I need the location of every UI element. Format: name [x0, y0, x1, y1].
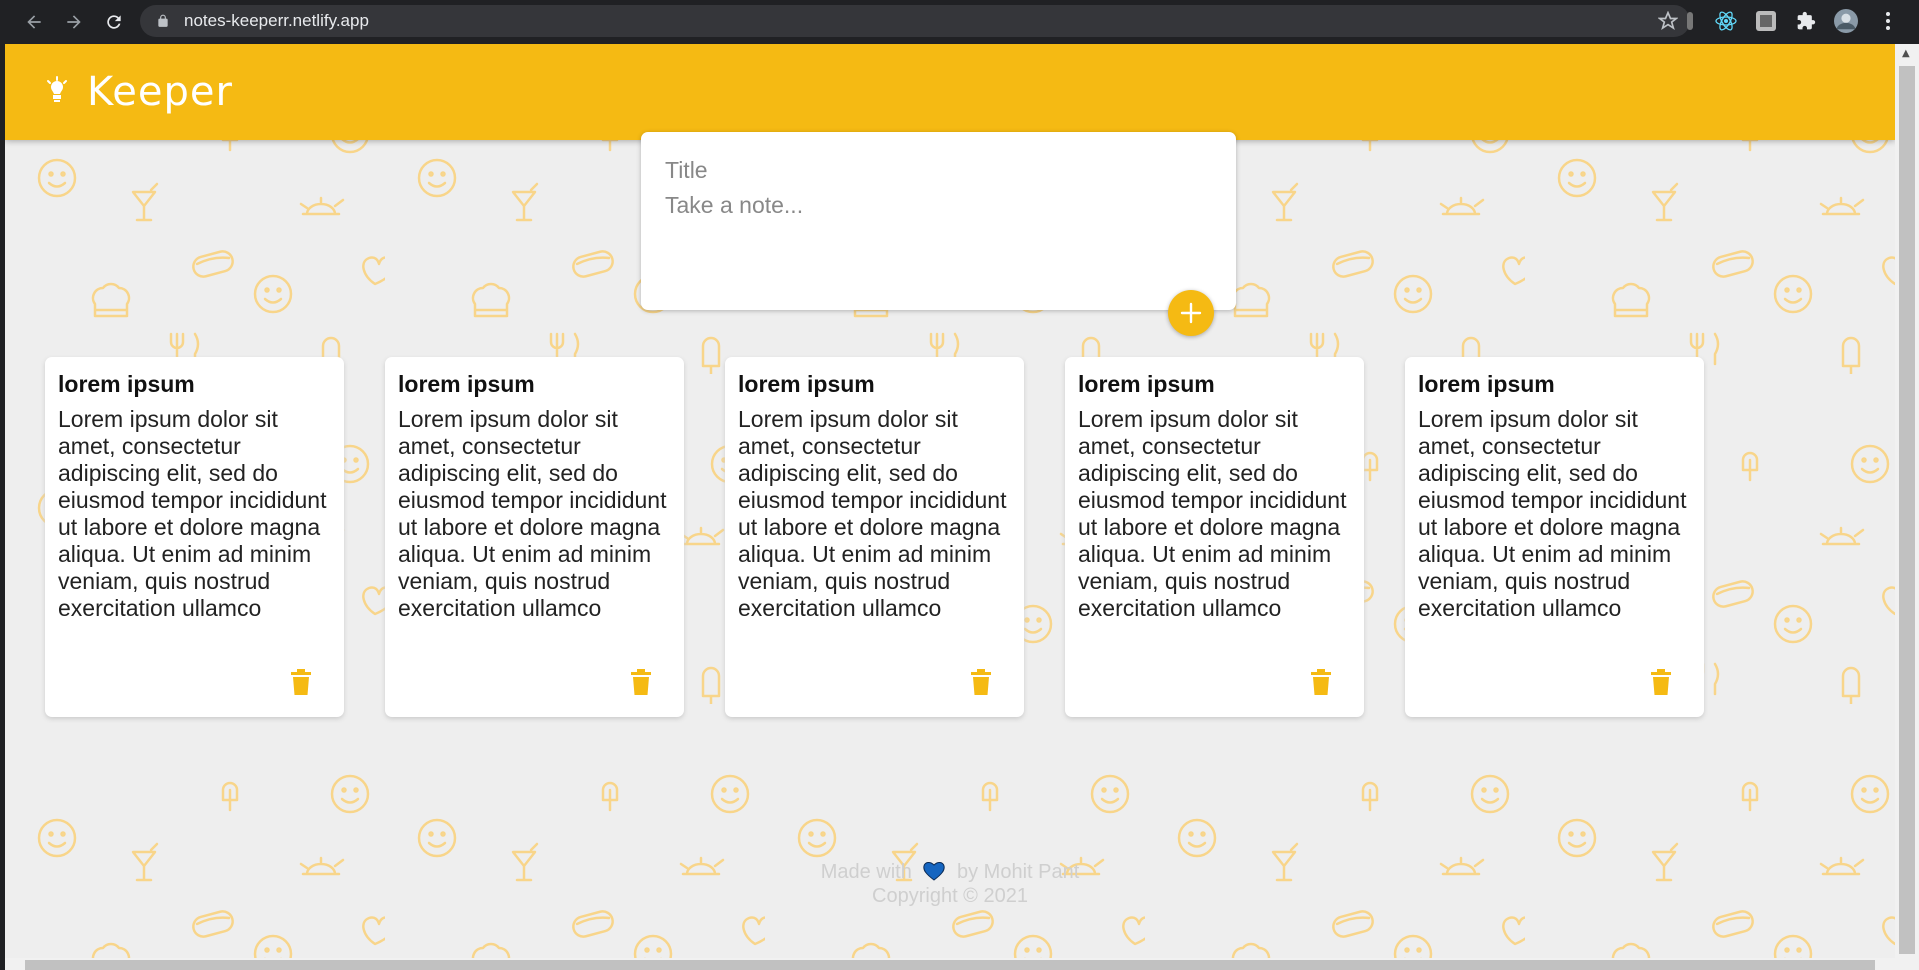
horizontal-scrollbar-thumb[interactable] — [25, 960, 1875, 970]
note-card: lorem ipsum Lorem ipsum dolor sit amet, … — [45, 357, 344, 717]
delete-note-button[interactable] — [1647, 667, 1675, 697]
trash-icon — [1651, 669, 1671, 695]
page-footer: Made with by Mohit Pant Copyright © 2021 — [5, 860, 1895, 908]
footer-credit: Made with by Mohit Pant — [5, 860, 1895, 884]
extension-icon[interactable] — [1678, 9, 1702, 33]
note-content-input[interactable] — [665, 192, 1212, 282]
note-title-input[interactable] — [665, 152, 1212, 188]
note-title: lorem ipsum — [58, 371, 195, 397]
note-content: Lorem ipsum dolor sit amet, consectetur … — [1078, 406, 1347, 621]
delete-note-button[interactable] — [967, 667, 995, 697]
delete-note-button[interactable] — [1307, 667, 1335, 697]
react-devtools-icon[interactable] — [1714, 9, 1738, 33]
app-title: Keeper — [87, 69, 233, 115]
note-content: Lorem ipsum dolor sit amet, consectetur … — [58, 406, 327, 621]
note-title: lorem ipsum — [738, 371, 875, 397]
url-text: notes-keeperr.netlify.app — [184, 11, 369, 30]
footer-author: by Mohit Pant — [956, 861, 1080, 883]
note-content: Lorem ipsum dolor sit amet, consectetur … — [738, 406, 1007, 621]
note-card: lorem ipsum Lorem ipsum dolor sit amet, … — [725, 357, 1024, 717]
create-note-form — [641, 132, 1236, 310]
forward-arrow-icon[interactable] — [60, 8, 88, 36]
trash-icon — [291, 669, 311, 695]
note-content: Lorem ipsum dolor sit amet, consectetur … — [398, 406, 667, 621]
footer-made-with: Made with — [820, 861, 912, 883]
trash-icon — [971, 669, 991, 695]
note-card: lorem ipsum Lorem ipsum dolor sit amet, … — [1405, 357, 1704, 717]
note-content: Lorem ipsum dolor sit amet, consectetur … — [1418, 406, 1687, 621]
trash-icon — [1311, 669, 1331, 695]
heart-icon — [923, 862, 946, 881]
note-card: lorem ipsum Lorem ipsum dolor sit amet, … — [385, 357, 684, 717]
lock-icon — [158, 14, 168, 27]
delete-note-button[interactable] — [627, 667, 655, 697]
note-card: lorem ipsum Lorem ipsum dolor sit amet, … — [1065, 357, 1364, 717]
back-arrow-icon[interactable] — [20, 8, 48, 36]
delete-note-button[interactable] — [287, 667, 315, 697]
plus-icon — [1180, 302, 1202, 324]
puzzle-extensions-icon[interactable] — [1794, 9, 1818, 33]
note-title: lorem ipsum — [398, 371, 535, 397]
browser-toolbar: notes-keeperr.netlify.app — [0, 0, 1919, 44]
lightbulb-icon — [47, 76, 67, 102]
profile-avatar-icon[interactable] — [1834, 9, 1858, 33]
bookmark-star-icon[interactable] — [1658, 11, 1678, 31]
trash-icon — [631, 669, 651, 695]
note-title: lorem ipsum — [1078, 371, 1215, 397]
app-header: Keeper — [5, 44, 1895, 140]
reload-icon[interactable] — [100, 8, 128, 36]
address-bar[interactable]: notes-keeperr.netlify.app — [140, 5, 1690, 37]
footer-copyright: Copyright © 2021 — [872, 885, 1028, 907]
add-note-button[interactable] — [1168, 290, 1214, 336]
extension-square-icon[interactable] — [1754, 9, 1778, 33]
menu-dots-icon[interactable] — [1876, 9, 1900, 33]
scroll-up-arrow-icon[interactable]: ▲ — [1902, 48, 1910, 59]
vertical-scrollbar-thumb[interactable] — [1899, 66, 1915, 954]
note-title: lorem ipsum — [1418, 371, 1555, 397]
